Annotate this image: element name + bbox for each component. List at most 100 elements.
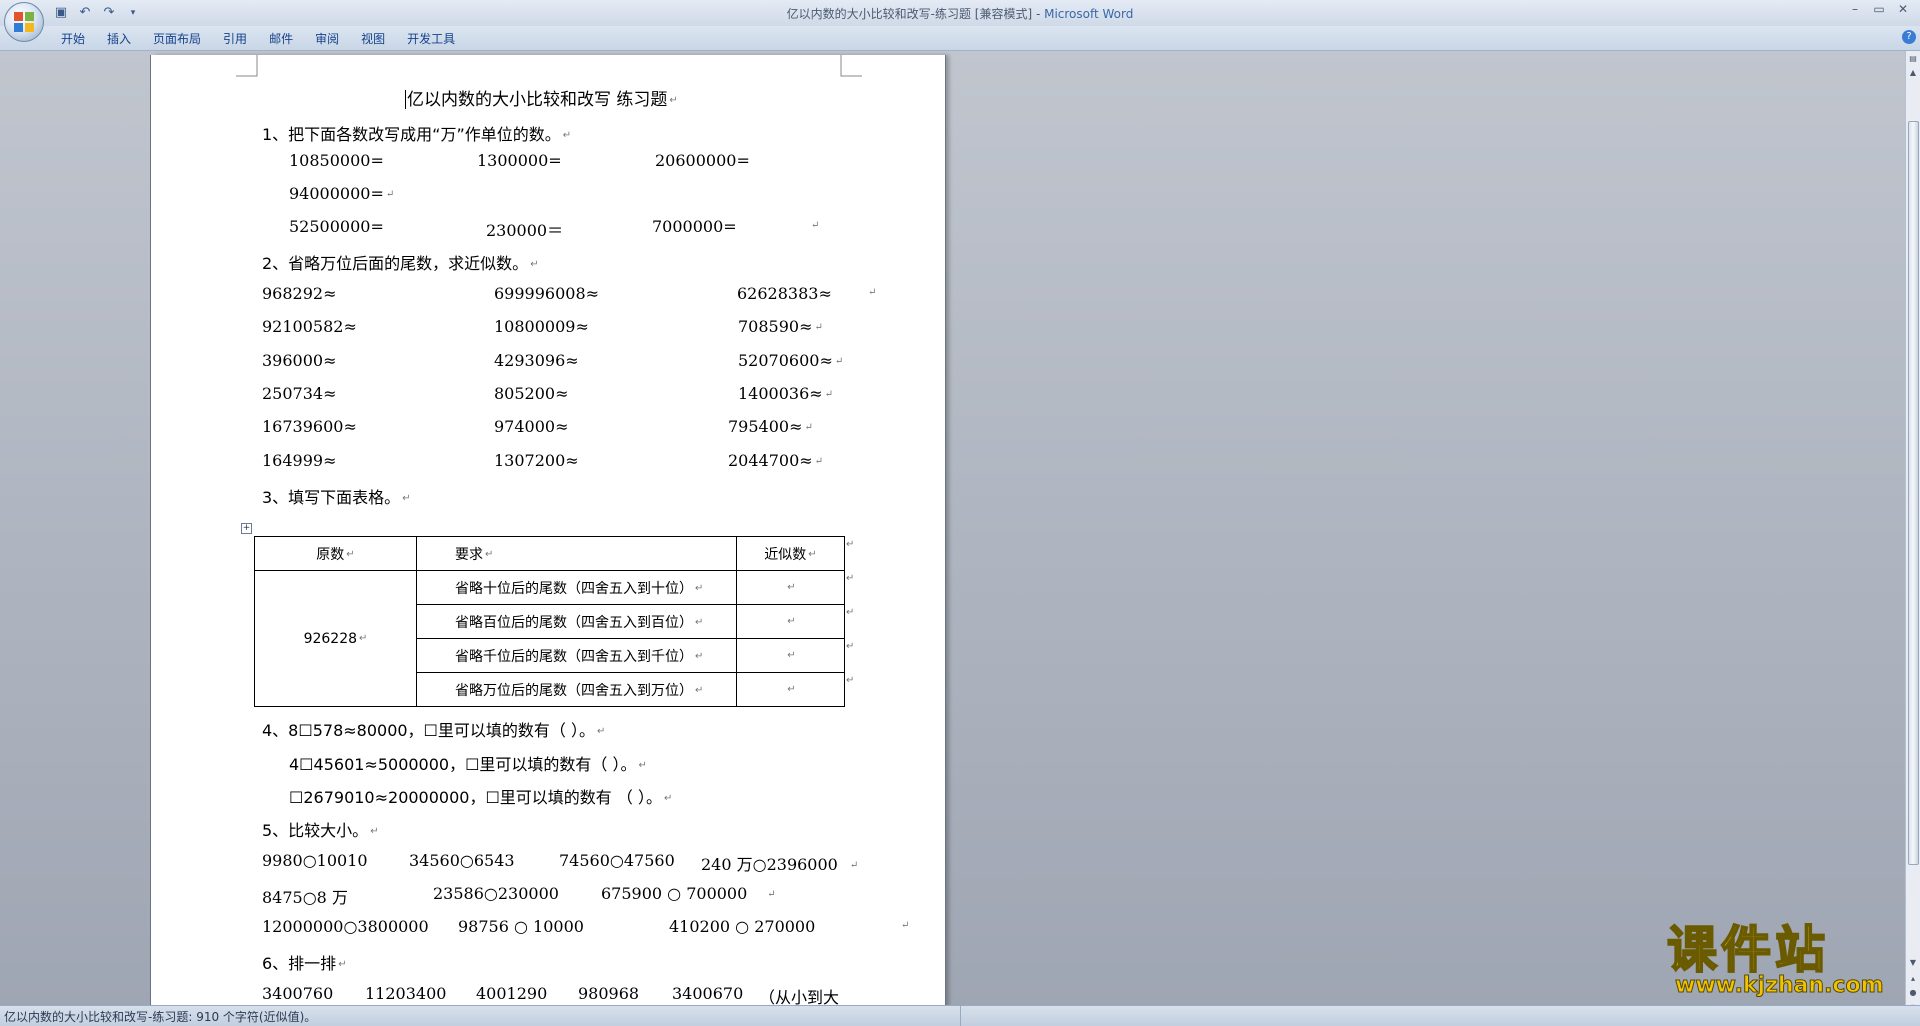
original-number-cell[interactable]: 926228 ↵ [254, 570, 417, 707]
watermark-logo: 课件站 www.kjzhan.com [1663, 921, 1903, 999]
q6-item: 4001290 [476, 984, 548, 1003]
table-header-row: 原数 ↵ 要求 ↵ 近似数 ↵ [254, 536, 845, 571]
q5-item: 410200 ○ 270000 [669, 917, 816, 936]
document-name: 亿以内数的大小比较和改写-练习题 [兼容模式] - [786, 7, 1045, 21]
q6-item: 980968 [578, 984, 640, 1003]
tab-review[interactable]: 审阅 [304, 26, 350, 50]
tab-mailings[interactable]: 邮件 [258, 26, 304, 50]
status-bar: 亿以内数的大小比较和改写-练习题: 910 个字符(近似值)。 [0, 1005, 1920, 1026]
row-end-mark: ↵ [846, 641, 855, 652]
q5-item: 240 万○2396000 ↵ [701, 855, 859, 874]
office-button[interactable] [4, 2, 44, 42]
previous-page-icon[interactable]: ▴ [1907, 973, 1919, 985]
requirement-cell[interactable]: 省略百位后的尾数（四舍五入到百位） ↵ [416, 604, 737, 639]
office-logo-icon [14, 12, 34, 32]
window-title: 亿以内数的大小比较和改写-练习题 [兼容模式] - Microsoft Word [0, 5, 1920, 22]
requirement-cell[interactable]: 省略千位后的尾数（四舍五入到千位） ↵ [416, 638, 737, 673]
q2-item: 805200≈ [494, 384, 569, 403]
row-end-mark: ↵ [846, 539, 855, 550]
q2-item: 92100582≈ [262, 317, 357, 336]
q1-item: 94000000= ↵ [289, 184, 395, 203]
q1-item: 10850000= [289, 151, 384, 170]
q6-heading: 6、排一排 ↵ [262, 954, 347, 973]
watermark-brand: 课件站 [1666, 921, 1829, 979]
status-text[interactable]: 亿以内数的大小比较和改写-练习题: 910 个字符(近似值)。 [4, 1008, 316, 1025]
ruler-toggle-icon[interactable]: ▤ [1907, 53, 1919, 65]
tab-page-layout[interactable]: 页面布局 [142, 26, 212, 50]
tab-insert[interactable]: 插入 [96, 26, 142, 50]
tab-developer[interactable]: 开发工具 [396, 26, 466, 50]
answer-cell[interactable]: ↵ [736, 570, 845, 605]
approximation-table: 原数 ↵ 要求 ↵ 近似数 ↵ 926228 ↵ 省略十位后的尾数（四舍五入到十位） ↵ … [254, 536, 845, 707]
help-icon[interactable]: ? [1902, 30, 1916, 44]
tab-references[interactable]: 引用 [212, 26, 258, 50]
q6-item: 11203400 [365, 984, 447, 1003]
q6-item: （从小到大 [759, 988, 840, 1005]
q4-line: ☐2679010≈20000000，☐里可以填的数有 （ ）。 ↵ [289, 788, 673, 807]
margin-corner-top-right [840, 55, 862, 77]
scroll-down-icon[interactable]: ▼ [1907, 957, 1919, 969]
table-header-cell[interactable]: 原数 ↵ [254, 536, 417, 571]
paragraph-mark: ↵ [868, 287, 877, 298]
margin-corner-top-left [236, 55, 258, 77]
q2-item: 10800009≈ [494, 317, 589, 336]
minimize-button[interactable]: – [1848, 2, 1862, 16]
requirement-cell[interactable]: 省略十位后的尾数（四舍五入到十位） ↵ [416, 570, 737, 605]
select-browse-object-icon[interactable]: ● [1907, 987, 1919, 999]
q5-item: 12000000○3800000 [262, 917, 429, 936]
q2-item: 250734≈ [262, 384, 337, 403]
answer-cell[interactable]: ↵ [736, 672, 845, 707]
q6-item: 3400670 [672, 984, 744, 1003]
answer-cell[interactable]: ↵ [736, 638, 845, 673]
q5-item: 8475○8 万 [262, 888, 348, 907]
watermark-url: www.kjzhan.com [1675, 973, 1885, 998]
q1-heading: 1、把下面各数改写成用“万”作单位的数。 ↵ [262, 125, 572, 144]
paragraph-mark: ↵ [811, 220, 820, 231]
q2-heading: 2、省略万位后面的尾数，求近似数。 ↵ [262, 254, 539, 273]
q2-item: 16739600≈ [262, 417, 357, 436]
doc-title: 亿以内数的大小比较和改写 练习题 ↵ [405, 90, 678, 110]
document-page[interactable]: 亿以内数的大小比较和改写 练习题 ↵ 1、把下面各数改写成用“万”作单位的数。 ↵ … [151, 55, 945, 1005]
q2-item: 708590≈ ↵ [738, 317, 823, 336]
table-row: 926228 ↵ 省略十位后的尾数（四舍五入到十位） ↵ ↵ [254, 570, 845, 707]
q5-item: 98756 ○ 10000 [458, 917, 584, 936]
paragraph-mark: ↵ [901, 920, 910, 931]
q2-item: 62628383≈ [737, 284, 832, 303]
scroll-up-icon[interactable]: ▲ [1907, 67, 1919, 79]
q5-item: 74560○47560 [559, 851, 675, 870]
title-bar: ▣ ↶ ↷ ▾ 亿以内数的大小比较和改写-练习题 [兼容模式] - Micros… [0, 0, 1920, 26]
document-workspace: 亿以内数的大小比较和改写 练习题 ↵ 1、把下面各数改写成用“万”作单位的数。 ↵ … [0, 51, 1906, 1005]
row-end-mark: ↵ [846, 573, 855, 584]
close-button[interactable]: ✕ [1896, 2, 1910, 16]
q2-item: 699996008≈ [494, 284, 600, 303]
tab-view[interactable]: 视图 [350, 26, 396, 50]
scrollbar-thumb[interactable] [1908, 121, 1919, 865]
q5-item: 9980○10010 [262, 851, 368, 870]
requirement-cell[interactable]: 省略万位后的尾数（四舍五入到万位） ↵ [416, 672, 737, 707]
q2-item: 52070600≈ ↵ [738, 351, 844, 370]
vertical-scrollbar[interactable]: ▤ ▲ ▼ ▴ ● ▾ [1905, 51, 1920, 1025]
q2-item: 968292≈ [262, 284, 337, 303]
row-end-mark: ↵ [846, 675, 855, 686]
q5-heading: 5、比较大小。 ↵ [262, 821, 379, 840]
row-end-mark: ↵ [846, 607, 855, 618]
answer-cell[interactable]: ↵ [736, 604, 845, 639]
q2-item: 974000≈ [494, 417, 569, 436]
q1-item: 1300000= [477, 151, 562, 170]
q2-item: 1400036≈ ↵ [738, 384, 834, 403]
q2-item: 164999≈ [262, 451, 337, 470]
maximize-button[interactable]: ▭ [1872, 2, 1886, 16]
table-header-cell[interactable]: 近似数 ↵ [736, 536, 845, 571]
q5-item: 34560○6543 [409, 851, 515, 870]
tab-home[interactable]: 开始 [50, 26, 96, 50]
q2-item: 795400≈ ↵ [728, 417, 813, 436]
q3-heading: 3、填写下面表格。 ↵ [262, 488, 411, 507]
q2-item: 2044700≈ ↵ [728, 451, 824, 470]
text-cursor [405, 90, 406, 109]
q2-item: 1307200≈ [494, 451, 579, 470]
q1-item: 20600000= [655, 151, 750, 170]
table-move-handle-icon[interactable]: + [241, 523, 252, 534]
status-divider [960, 1006, 961, 1026]
table-header-cell[interactable]: 要求 ↵ [416, 536, 737, 571]
q2-item: 396000≈ [262, 351, 337, 370]
